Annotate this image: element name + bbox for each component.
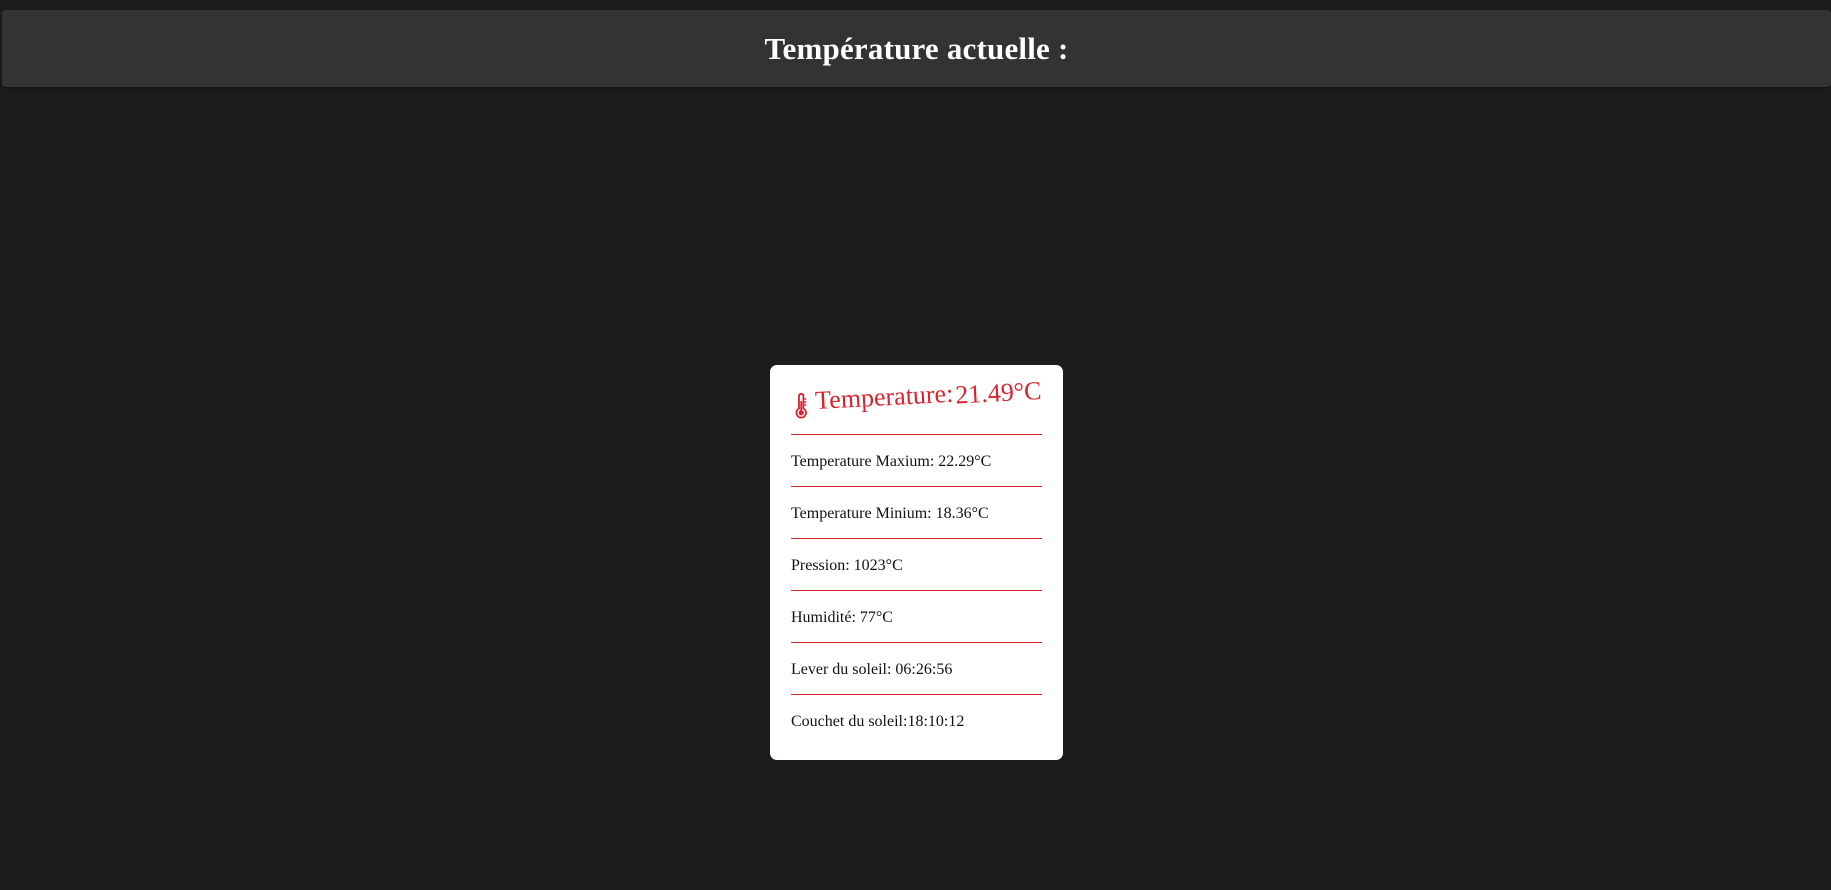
row-value: 77°C	[859, 608, 893, 626]
row-value: 22.29°C	[938, 452, 992, 470]
temperature-value: 21.49°C	[954, 376, 1042, 410]
row-label: Couchet du soleil:	[791, 713, 908, 730]
row-humidity: Humidité: 77°C	[791, 591, 1042, 643]
row-value: 18:10:12	[907, 713, 965, 730]
temperature-label: Temperature:	[814, 378, 954, 416]
row-temperature-min: Temperature Minium: 18.36°C	[791, 487, 1042, 539]
page-header: Température actuelle :	[2, 10, 1831, 87]
row-sunrise: Lever du soleil: 06:26:56	[791, 643, 1042, 695]
row-temperature-max: Temperature Maxium: 22.29°C	[791, 435, 1042, 487]
top-strip	[0, 0, 1831, 10]
page-title: Température actuelle :	[764, 30, 1069, 66]
row-pressure: Pression: 1023°C	[791, 539, 1042, 591]
row-label: Temperature Minium:	[791, 504, 932, 522]
row-sunset: Couchet du soleil: 18:10:12	[791, 695, 1042, 747]
temperature-heading: Temperature: 21.49°C	[791, 365, 1042, 435]
row-value: 1023°C	[853, 556, 903, 574]
row-label: Lever du soleil:	[791, 660, 892, 678]
row-label: Humidité:	[791, 608, 856, 626]
weather-card: Temperature: 21.49°C Temperature Maxium:…	[770, 365, 1063, 760]
row-value: 06:26:56	[895, 660, 953, 678]
thermometer-icon	[795, 393, 807, 419]
row-value: 18.36°C	[935, 504, 989, 522]
row-label: Pression:	[791, 556, 850, 574]
row-label: Temperature Maxium:	[791, 452, 935, 470]
